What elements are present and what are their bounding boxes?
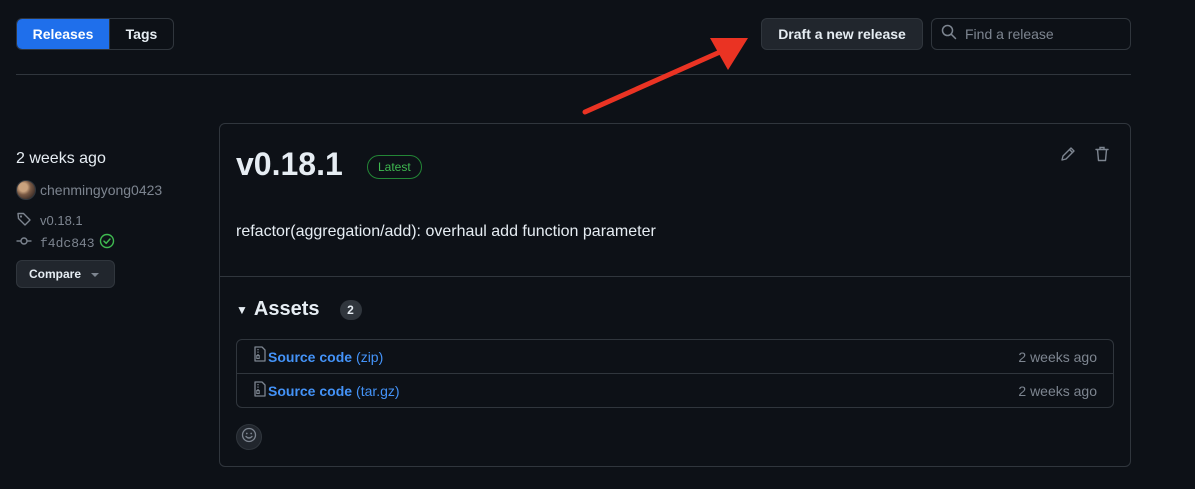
draft-new-release-button[interactable]: Draft a new release xyxy=(761,18,923,50)
asset-time: 2 weeks ago xyxy=(1018,383,1097,399)
trash-icon[interactable] xyxy=(1093,145,1111,168)
assets-toggle[interactable]: ▼ Assets 2 xyxy=(236,298,362,321)
add-reaction-button[interactable] xyxy=(236,424,262,450)
tag-label[interactable]: v0.18.1 xyxy=(40,213,83,228)
release-commit[interactable]: f4dc843 xyxy=(16,233,115,254)
assets-title: Assets xyxy=(253,298,320,320)
release-author[interactable]: chenmingyong0423 xyxy=(16,180,162,200)
search-input[interactable] xyxy=(965,26,1125,42)
releases-tags-switcher: Releases Tags xyxy=(16,18,174,50)
tags-tab[interactable]: Tags xyxy=(109,19,173,49)
release-title[interactable]: v0.18.1 xyxy=(236,146,343,183)
compare-button[interactable]: Compare xyxy=(16,260,115,288)
tag-icon xyxy=(16,211,32,230)
asset-ext[interactable]: (zip) xyxy=(356,349,383,365)
assets-count-badge: 2 xyxy=(339,299,362,320)
asset-link-targz[interactable]: Source code xyxy=(268,383,352,399)
release-search[interactable] xyxy=(931,18,1131,50)
file-zip-icon xyxy=(253,380,267,402)
pencil-icon[interactable] xyxy=(1059,145,1077,168)
release-card: v0.18.1 Latest refactor(aggregation/add)… xyxy=(219,123,1131,467)
release-time: 2 weeks ago xyxy=(16,150,106,167)
author-name[interactable]: chenmingyong0423 xyxy=(40,182,162,198)
check-circle-icon[interactable] xyxy=(99,233,115,254)
asset-time: 2 weeks ago xyxy=(1018,348,1097,365)
asset-ext[interactable]: (tar.gz) xyxy=(356,383,400,399)
asset-list: Source code (zip) 2 weeks ago Source cod… xyxy=(236,339,1114,408)
annotation-arrow xyxy=(582,38,748,115)
asset-row: Source code (zip) 2 weeks ago xyxy=(237,340,1113,374)
releases-tab[interactable]: Releases xyxy=(17,19,109,49)
triangle-down-icon xyxy=(91,267,100,281)
release-tag[interactable]: v0.18.1 xyxy=(16,211,83,230)
asset-row: Source code (tar.gz) 2 weeks ago xyxy=(237,374,1113,408)
card-divider xyxy=(220,276,1130,277)
commit-icon xyxy=(16,233,32,254)
triangle-down-icon: ▼ xyxy=(236,302,248,317)
latest-badge: Latest xyxy=(367,155,422,179)
smiley-icon xyxy=(241,427,257,448)
release-notes: refactor(aggregation/add): overhaul add … xyxy=(236,223,656,240)
avatar[interactable] xyxy=(16,180,36,200)
releases-page: Releases Tags Draft a new release 2 week… xyxy=(0,0,1195,489)
search-icon xyxy=(941,24,957,45)
file-zip-icon xyxy=(253,346,267,367)
commit-sha[interactable]: f4dc843 xyxy=(40,236,95,251)
asset-link-zip[interactable]: Source code xyxy=(268,349,352,365)
compare-label: Compare xyxy=(29,267,82,281)
